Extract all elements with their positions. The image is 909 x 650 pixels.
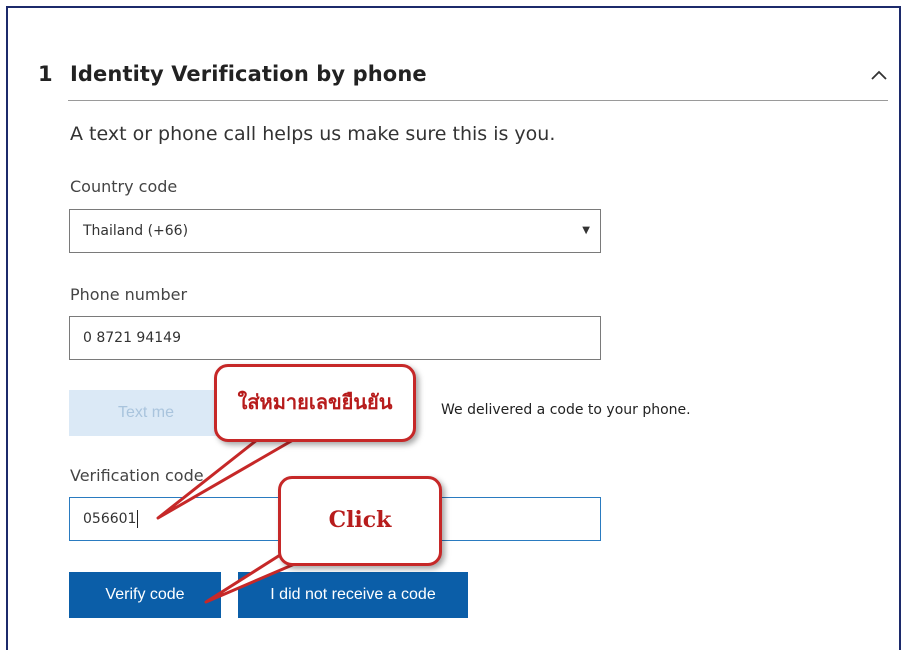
callout-pointers bbox=[156, 434, 320, 604]
click-callout: Click bbox=[278, 476, 442, 566]
enter-code-callout: ใส่หมายเลขยืนยัน bbox=[214, 364, 416, 442]
